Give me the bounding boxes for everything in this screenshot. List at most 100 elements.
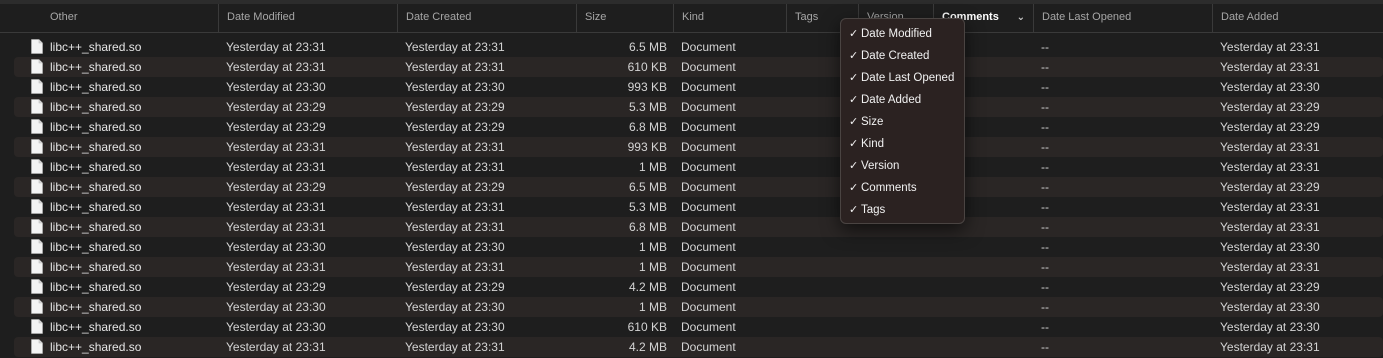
file-row[interactable]: libc++_shared.so Yesterday at 23:29 Yester… [0, 177, 1383, 197]
column-header-date-added[interactable]: Date Added [1212, 4, 1383, 32]
file-kind: Document [681, 80, 736, 94]
date-last-opened: -- [1041, 220, 1049, 234]
menu-item-date-modified[interactable]: ✓ Date Modified [841, 23, 964, 45]
menu-item-label: Kind [861, 138, 885, 150]
file-row[interactable]: libc++_shared.so Yesterday at 23:30 Yester… [0, 317, 1383, 337]
date-last-opened: -- [1041, 120, 1049, 134]
menu-item-kind[interactable]: ✓ Kind [841, 133, 964, 155]
date-modified: Yesterday at 23:30 [226, 300, 326, 314]
file-row[interactable]: libc++_shared.so Yesterday at 23:31 Yester… [0, 57, 1383, 77]
file-size: 6.8 MB [628, 120, 667, 134]
checkmark-icon: ✓ [849, 94, 859, 106]
file-row[interactable]: libc++_shared.so Yesterday at 23:31 Yester… [0, 37, 1383, 57]
file-row[interactable]: libc++_shared.so Yesterday at 23:29 Yester… [0, 117, 1383, 137]
column-header-date-last-opened[interactable]: Date Last Opened [1033, 4, 1212, 32]
menu-item-size[interactable]: ✓ Size [841, 111, 964, 133]
date-modified: Yesterday at 23:29 [226, 280, 326, 294]
document-icon [31, 79, 43, 94]
file-size: 5.3 MB [628, 100, 667, 114]
menu-item-label: Date Added [861, 94, 922, 106]
date-modified: Yesterday at 23:29 [226, 100, 326, 114]
checkmark-icon: ✓ [849, 72, 859, 84]
date-added: Yesterday at 23:31 [1220, 340, 1320, 354]
column-header-bar: Other Date Modified Date Created Size Ki… [0, 4, 1383, 33]
file-row[interactable]: libc++_shared.so Yesterday at 23:31 Yester… [0, 137, 1383, 157]
file-name: libc++_shared.so [50, 140, 142, 154]
menu-item-comments[interactable]: ✓ Comments [841, 177, 964, 199]
date-modified: Yesterday at 23:31 [226, 60, 326, 74]
document-icon [31, 199, 43, 214]
document-icon [31, 59, 43, 74]
file-row[interactable]: libc++_shared.so Yesterday at 23:29 Yester… [0, 277, 1383, 297]
date-created: Yesterday at 23:29 [405, 100, 505, 114]
checkmark-icon: ✓ [849, 160, 859, 172]
file-row[interactable]: libc++_shared.so Yesterday at 23:30 Yester… [0, 237, 1383, 257]
file-size: 4.2 MB [628, 340, 667, 354]
menu-item-version[interactable]: ✓ Version [841, 155, 964, 177]
file-name: libc++_shared.so [50, 240, 142, 254]
column-header-kind[interactable]: Kind [673, 4, 786, 32]
file-name: libc++_shared.so [50, 300, 142, 314]
date-created: Yesterday at 23:31 [405, 40, 505, 54]
date-created: Yesterday at 23:30 [405, 80, 505, 94]
date-modified: Yesterday at 23:31 [226, 260, 326, 274]
document-icon [31, 259, 43, 274]
file-kind: Document [681, 160, 736, 174]
file-row[interactable]: libc++_shared.so Yesterday at 23:30 Yester… [0, 297, 1383, 317]
column-visibility-menu: ✓ Date Modified ✓ Date Created ✓ Date Last Op… [840, 18, 965, 224]
file-row[interactable]: libc++_shared.so Yesterday at 23:31 Yester… [0, 157, 1383, 177]
file-row[interactable]: libc++_shared.so Yesterday at 23:31 Yester… [0, 197, 1383, 217]
file-size: 6.8 MB [628, 220, 667, 234]
file-kind: Document [681, 180, 736, 194]
date-modified: Yesterday at 23:31 [226, 40, 326, 54]
date-last-opened: -- [1041, 340, 1049, 354]
document-icon [31, 239, 43, 254]
document-icon [31, 39, 43, 54]
date-modified: Yesterday at 23:31 [226, 200, 326, 214]
date-added: Yesterday at 23:31 [1220, 140, 1320, 154]
menu-item-label: Version [861, 160, 900, 172]
file-size: 5.3 MB [628, 200, 667, 214]
date-modified: Yesterday at 23:31 [226, 340, 326, 354]
date-added: Yesterday at 23:30 [1220, 80, 1320, 94]
date-modified: Yesterday at 23:29 [226, 180, 326, 194]
date-added: Yesterday at 23:30 [1220, 320, 1320, 334]
column-header-other[interactable]: Other [50, 4, 218, 32]
column-header-date-modified[interactable]: Date Modified [218, 4, 397, 32]
date-last-opened: -- [1041, 160, 1049, 174]
date-modified: Yesterday at 23:30 [226, 240, 326, 254]
menu-item-date-created[interactable]: ✓ Date Created [841, 45, 964, 67]
file-row[interactable]: libc++_shared.so Yesterday at 23:30 Yester… [0, 77, 1383, 97]
date-last-opened: -- [1041, 80, 1049, 94]
document-icon [31, 319, 43, 334]
menu-item-label: Date Created [861, 50, 930, 62]
column-header-size[interactable]: Size [576, 4, 673, 32]
column-header-date-created[interactable]: Date Created [397, 4, 576, 32]
menu-item-date-added[interactable]: ✓ Date Added [841, 89, 964, 111]
document-icon [31, 219, 43, 234]
date-added: Yesterday at 23:31 [1220, 60, 1320, 74]
date-created: Yesterday at 23:31 [405, 340, 505, 354]
menu-item-tags[interactable]: ✓ Tags [841, 199, 964, 221]
file-row[interactable]: libc++_shared.so Yesterday at 23:31 Yester… [0, 337, 1383, 357]
date-created: Yesterday at 23:29 [405, 180, 505, 194]
menu-item-label: Date Modified [861, 28, 932, 40]
date-modified: Yesterday at 23:31 [226, 140, 326, 154]
file-row[interactable]: libc++_shared.so Yesterday at 23:31 Yester… [0, 217, 1383, 237]
document-icon [31, 119, 43, 134]
file-size: 993 KB [627, 140, 667, 154]
menu-item-date-last-opened[interactable]: ✓ Date Last Opened [841, 67, 964, 89]
file-size: 4.2 MB [628, 280, 667, 294]
date-added: Yesterday at 23:31 [1220, 40, 1320, 54]
date-modified: Yesterday at 23:30 [226, 320, 326, 334]
file-size: 6.5 MB [628, 180, 667, 194]
file-row[interactable]: libc++_shared.so Yesterday at 23:31 Yester… [0, 257, 1383, 277]
date-created: Yesterday at 23:30 [405, 240, 505, 254]
date-last-opened: -- [1041, 280, 1049, 294]
file-row[interactable]: libc++_shared.so Yesterday at 23:29 Yester… [0, 97, 1383, 117]
date-added: Yesterday at 23:31 [1220, 160, 1320, 174]
date-modified: Yesterday at 23:31 [226, 220, 326, 234]
file-kind: Document [681, 60, 736, 74]
file-kind: Document [681, 100, 736, 114]
date-added: Yesterday at 23:29 [1220, 100, 1320, 114]
